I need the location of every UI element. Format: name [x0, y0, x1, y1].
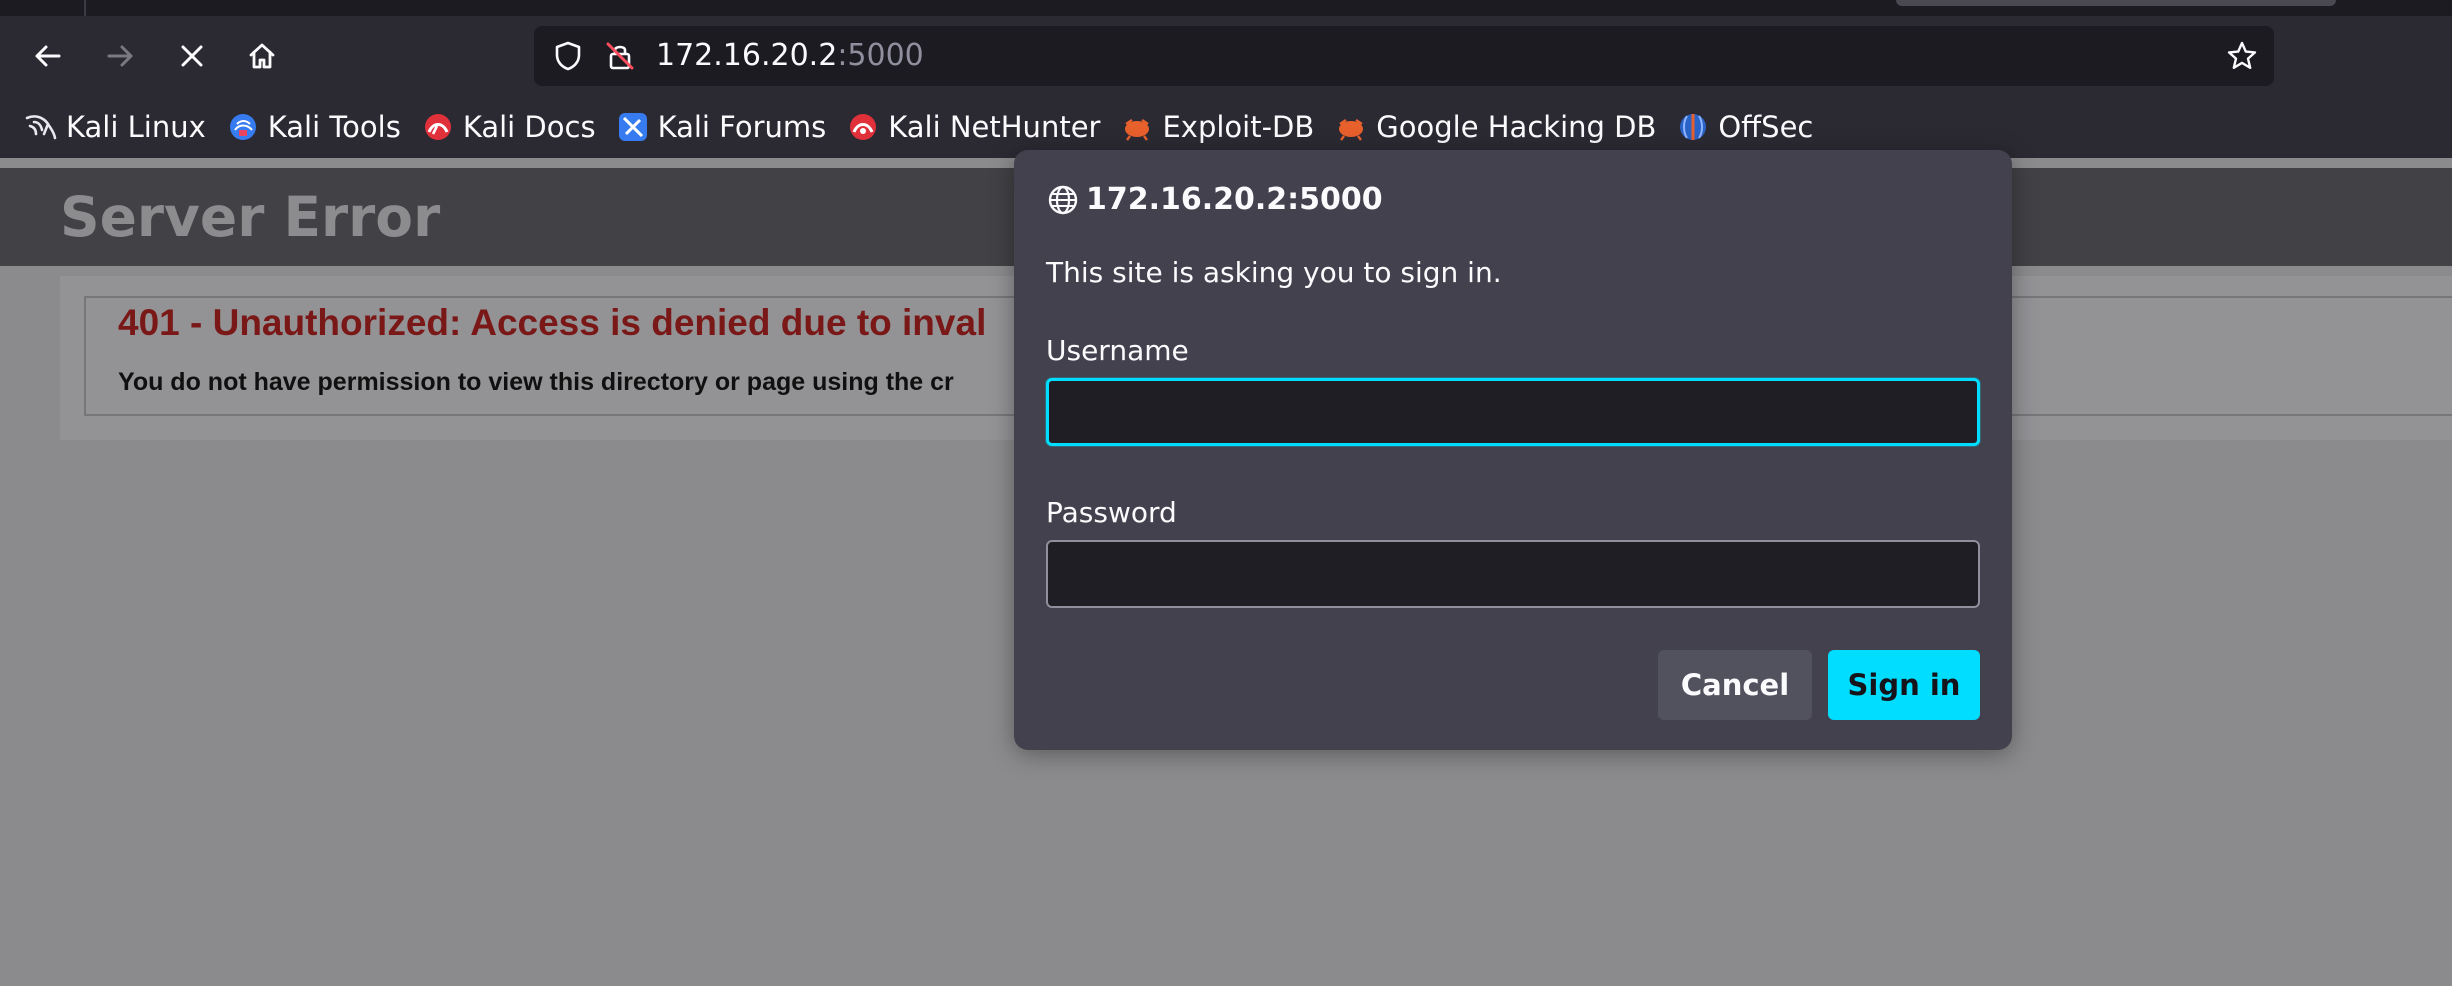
home-icon [249, 43, 275, 69]
close-icon [181, 45, 203, 67]
kali-forums-icon [616, 110, 650, 144]
error-heading: 401 - Unauthorized: Access is denied due… [118, 302, 987, 343]
url-port: :5000 [837, 38, 924, 73]
bookmark-label: Google Hacking DB [1376, 110, 1657, 144]
home-button[interactable] [238, 32, 286, 80]
bookmark-label: Kali Docs [462, 110, 596, 144]
stop-loading-button[interactable] [168, 32, 216, 80]
tab-strip [0, 0, 2452, 16]
bookmark-kali-docs[interactable]: Kali Docs [417, 103, 606, 151]
forward-button[interactable] [96, 32, 144, 80]
back-button[interactable] [24, 32, 72, 80]
username-label: Username [1046, 334, 1189, 367]
dialog-origin: 172.16.20.2:5000 [1046, 182, 1383, 217]
cancel-button[interactable]: Cancel [1658, 650, 1812, 720]
dialog-message: This site is asking you to sign in. [1046, 256, 1502, 289]
exploit-db-icon [1120, 110, 1154, 144]
bookmark-google-hacking-db[interactable]: Google Hacking DB [1330, 103, 1666, 151]
page-title: Server Error [60, 185, 441, 249]
shield-icon[interactable] [552, 40, 584, 72]
bookmark-label: Exploit-DB [1162, 110, 1315, 144]
url-text[interactable]: 172.16.20.2:5000 [656, 26, 924, 86]
bookmark-star-icon[interactable] [2226, 40, 2258, 72]
sign-in-button[interactable]: Sign in [1828, 650, 1980, 720]
tab-strip-search[interactable] [1896, 0, 2336, 6]
arrow-left-icon [35, 45, 61, 67]
insecure-lock-icon[interactable] [604, 40, 636, 72]
bookmarks-toolbar: Kali Linux Kali Tools Kali Docs Kali For… [0, 96, 2452, 158]
tab-divider [84, 0, 86, 16]
kali-nethunter-icon [846, 110, 880, 144]
bookmark-offsec[interactable]: OffSec [1672, 103, 1823, 151]
bookmark-label: Kali Tools [267, 110, 401, 144]
kali-docs-icon [421, 110, 455, 144]
offsec-icon [1676, 110, 1710, 144]
bookmark-label: OffSec [1718, 110, 1814, 144]
bookmark-kali-nethunter[interactable]: Kali NetHunter [842, 103, 1110, 151]
bookmark-kali-tools[interactable]: Kali Tools [222, 103, 411, 151]
dialog-origin-text: 172.16.20.2:5000 [1086, 182, 1383, 217]
bookmark-label: Kali Linux [66, 110, 206, 144]
bookmark-label: Kali Forums [657, 110, 827, 144]
globe-icon [1048, 185, 1078, 214]
password-input[interactable] [1046, 540, 1980, 608]
google-hacking-db-icon [1334, 110, 1368, 144]
browser-window: 172.16.20.2:5000 Kali Linux Kali Tools K… [0, 0, 2452, 986]
auth-dialog: 172.16.20.2:5000 This site is asking you… [1014, 150, 2012, 750]
address-bar[interactable]: 172.16.20.2:5000 [534, 26, 2274, 86]
bookmark-label: Kali NetHunter [888, 110, 1101, 144]
kali-tools-icon [226, 110, 260, 144]
bookmark-kali-forums[interactable]: Kali Forums [612, 103, 837, 151]
password-label: Password [1046, 496, 1177, 529]
username-input[interactable] [1046, 378, 1980, 446]
bookmark-kali-linux[interactable]: Kali Linux [20, 103, 216, 151]
bookmark-exploit-db[interactable]: Exploit-DB [1116, 103, 1324, 151]
arrow-right-icon [107, 45, 133, 67]
kali-dragon-icon [24, 110, 58, 144]
url-host: 172.16.20.2 [656, 38, 838, 73]
error-detail: You do not have permission to view this … [118, 368, 954, 396]
nav-toolbar: 172.16.20.2:5000 [0, 16, 2452, 96]
